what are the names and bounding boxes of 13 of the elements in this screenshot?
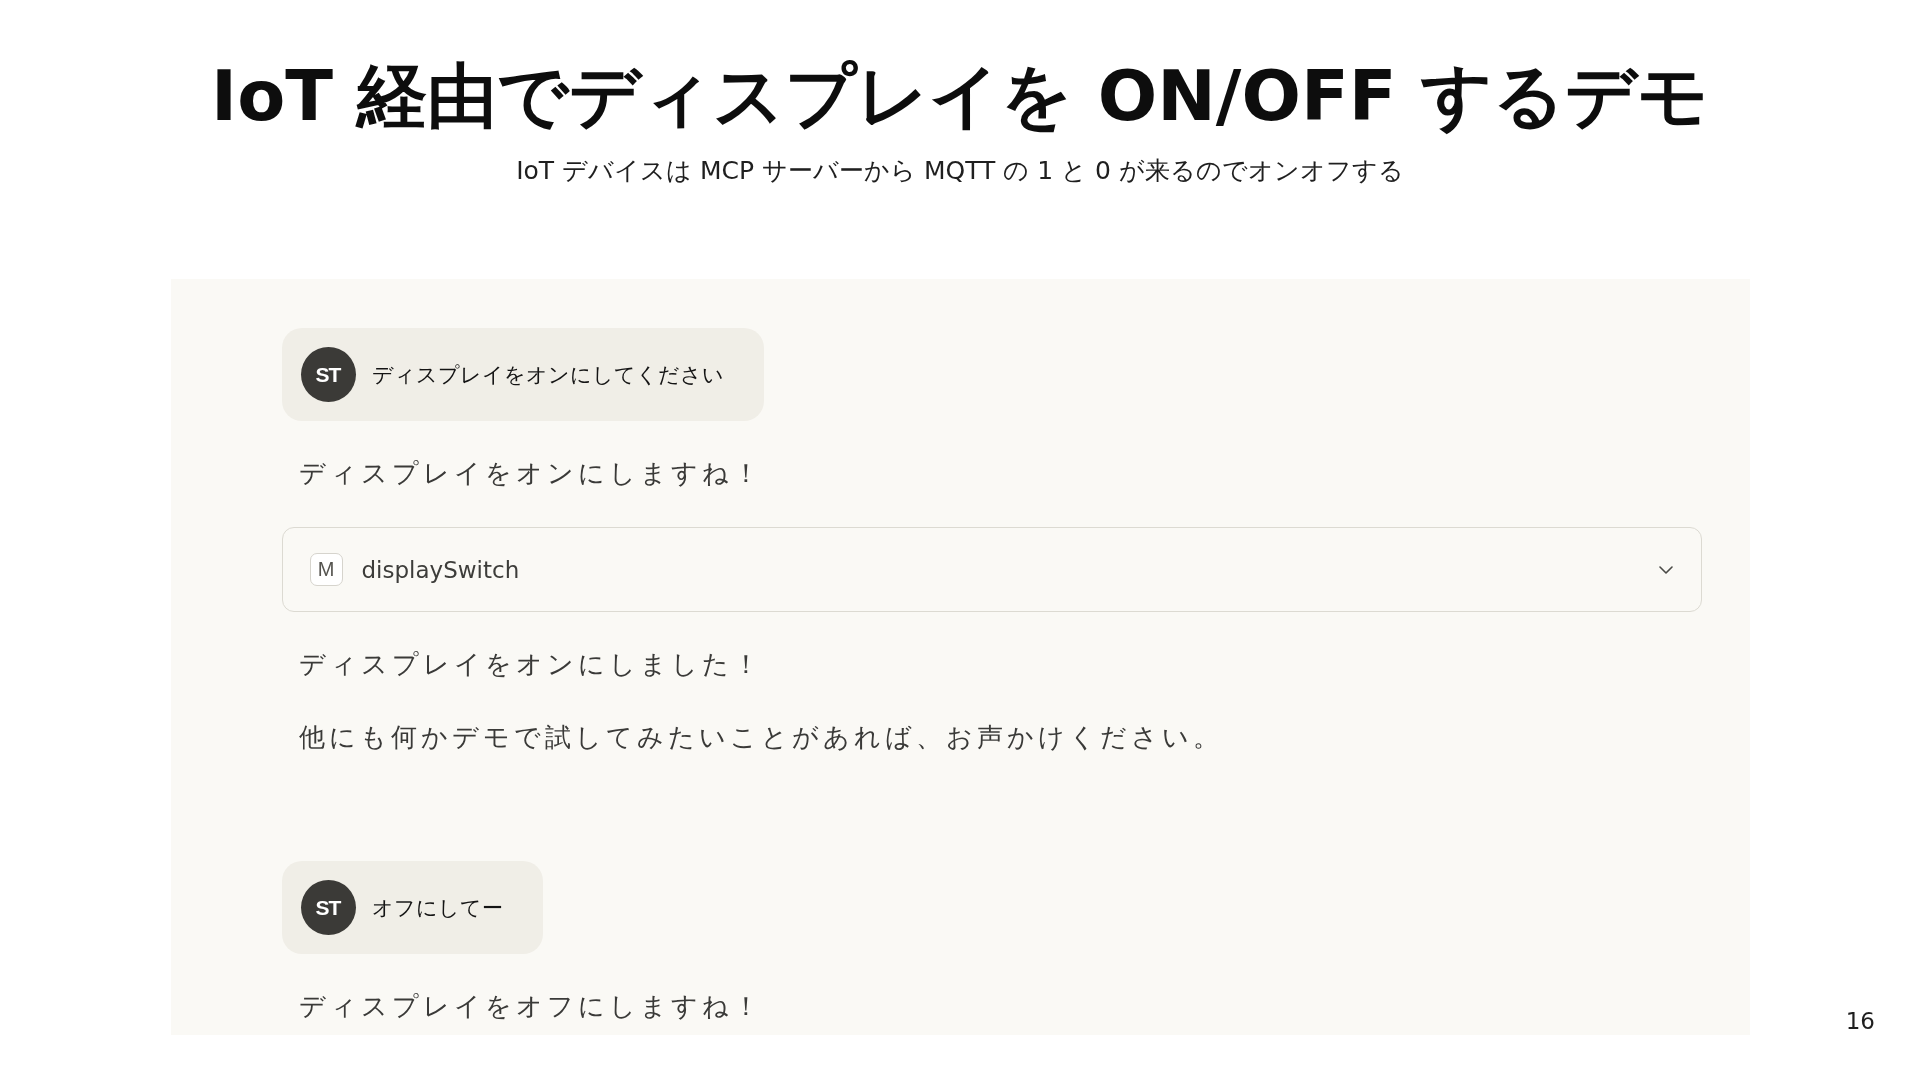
user-avatar: ST: [300, 347, 356, 402]
assistant-message: ディスプレイをオフにしますね！: [297, 991, 764, 1023]
assistant-message: ディスプレイをオンにしました！: [297, 649, 764, 681]
slide-subtitle: IoT デバイスは MCP サーバーから MQTT の 1 と 0 が来るのでオンオフする: [516, 155, 1404, 187]
slide-title: IoT 経由でディスプレイを ON/OFF するデモ: [211, 54, 1709, 139]
tool-call-row[interactable]: M displaySwitch: [281, 527, 1702, 612]
page-number: 16: [1845, 1007, 1875, 1035]
user-message-text: オフにしてー: [371, 894, 503, 922]
user-avatar: ST: [300, 880, 356, 935]
assistant-message: ディスプレイをオンにしますね！: [297, 458, 764, 490]
tool-logo: M: [309, 553, 343, 586]
user-message-text: ディスプレイをオンにしてください: [371, 361, 724, 389]
assistant-message: 他にも何かデモで試してみたいことがあれば、お声かけください。: [297, 722, 1224, 754]
